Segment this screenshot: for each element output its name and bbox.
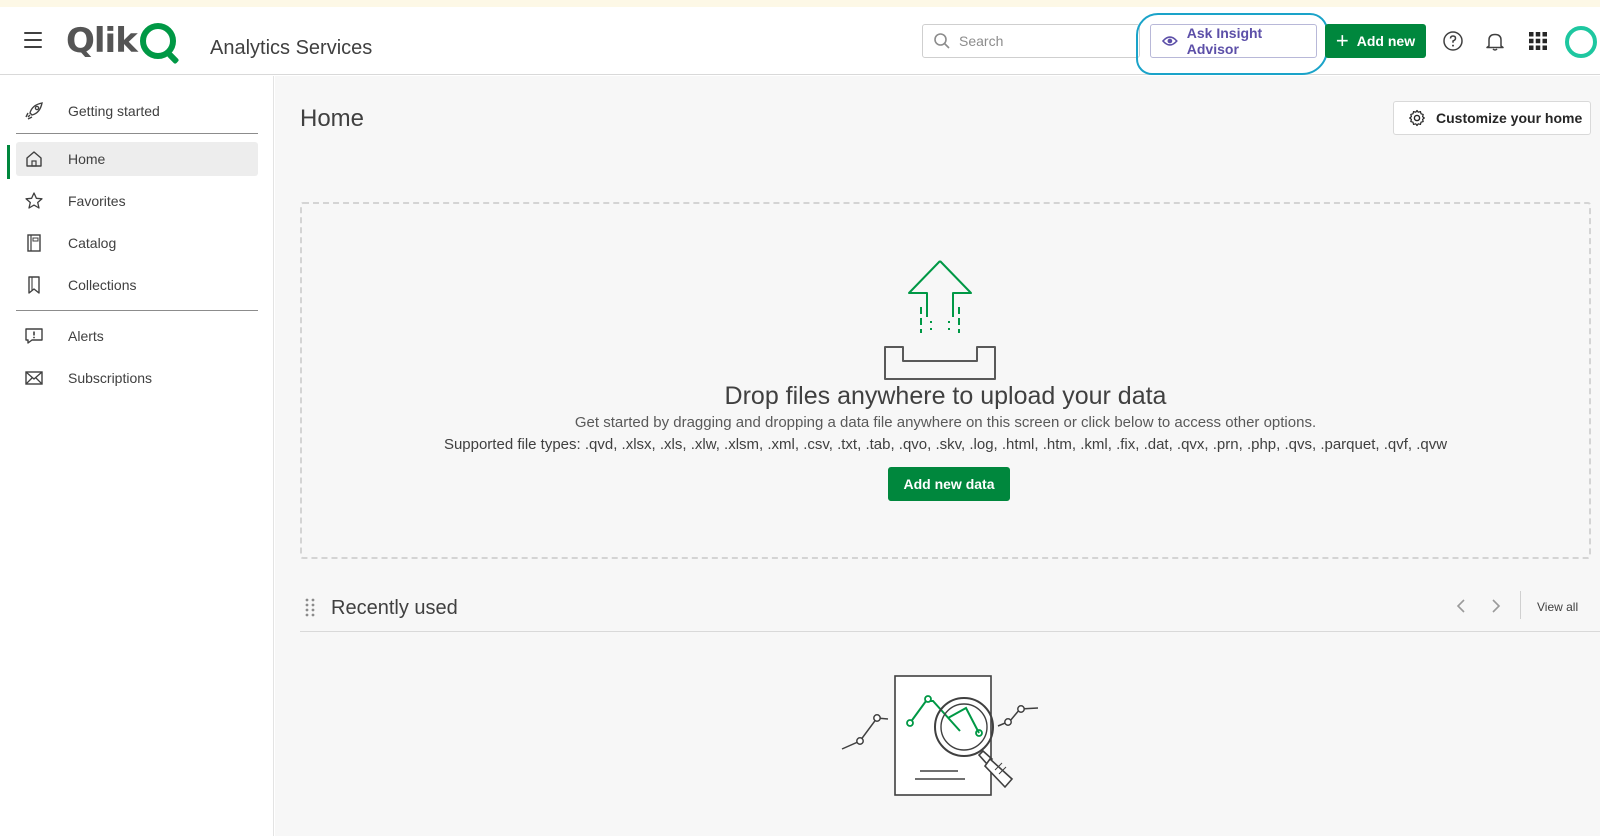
rocket-icon bbox=[24, 101, 44, 121]
chevron-left-icon[interactable] bbox=[1452, 596, 1472, 616]
chevron-right-icon[interactable] bbox=[1485, 596, 1505, 616]
page-title: Home bbox=[300, 105, 365, 132]
catalog-icon bbox=[24, 233, 44, 253]
logo-q-icon bbox=[139, 23, 176, 59]
sidebar: Getting started Home Favorites Catalog C… bbox=[0, 76, 274, 836]
plus-icon: + bbox=[1335, 28, 1349, 53]
insight-label: Ask Insight Advisor bbox=[1186, 25, 1263, 57]
logo-text: Qlik bbox=[66, 21, 138, 61]
main-content: Home Customize your home Drop files anyw… bbox=[275, 76, 1600, 836]
dropzone-subtitle: Get started by dragging and dropping a d… bbox=[574, 414, 1317, 431]
envelope-icon bbox=[24, 368, 44, 388]
insight-eye-icon bbox=[1161, 36, 1178, 46]
add-new-data-button[interactable]: Add new data bbox=[888, 467, 1010, 501]
dropzone-title: Drop files anywhere to upload your data bbox=[724, 382, 1167, 410]
file-dropzone[interactable]: Drop files anywhere to upload your data … bbox=[300, 202, 1591, 559]
sidebar-item-label: Favorites bbox=[68, 193, 126, 209]
sidebar-item-subscriptions[interactable]: Subscriptions bbox=[16, 361, 258, 395]
sidebar-item-label: Catalog bbox=[68, 235, 117, 251]
active-indicator bbox=[7, 145, 10, 179]
sidebar-item-label: Collections bbox=[68, 277, 137, 293]
search-input[interactable] bbox=[959, 33, 1129, 49]
sidebar-item-label: Home bbox=[68, 151, 106, 167]
qlik-logo[interactable]: Qlik bbox=[66, 21, 176, 61]
upload-icon bbox=[884, 260, 996, 380]
divider bbox=[1520, 591, 1521, 619]
sidebar-item-label: Subscriptions bbox=[68, 370, 153, 386]
search-box[interactable] bbox=[922, 24, 1140, 58]
add-new-button[interactable]: + Add new bbox=[1325, 24, 1426, 58]
sidebar-item-home[interactable]: Home bbox=[16, 142, 258, 176]
search-icon bbox=[934, 33, 950, 49]
top-header: Qlik Analytics Services Ask Insight Advi… bbox=[0, 7, 1600, 75]
nav-divider bbox=[16, 310, 258, 311]
empty-state-illustration bbox=[841, 675, 1039, 796]
customize-label: Customize your home bbox=[1436, 110, 1583, 126]
menu-icon[interactable] bbox=[24, 32, 42, 48]
alert-icon bbox=[24, 326, 44, 346]
customize-home-button[interactable]: Customize your home bbox=[1393, 101, 1591, 135]
section-divider bbox=[300, 631, 1600, 632]
help-icon[interactable] bbox=[1442, 30, 1464, 52]
star-icon bbox=[24, 191, 44, 211]
bell-icon[interactable] bbox=[1484, 30, 1506, 52]
add-new-label: Add new bbox=[1356, 33, 1416, 49]
app-title: Analytics Services bbox=[210, 37, 373, 59]
apps-grid-icon[interactable] bbox=[1527, 30, 1549, 52]
drag-handle-icon[interactable] bbox=[305, 597, 315, 617]
view-all-link[interactable]: View all bbox=[1537, 600, 1578, 614]
nav-divider bbox=[16, 133, 258, 134]
sidebar-item-favorites[interactable]: Favorites bbox=[16, 184, 258, 218]
sidebar-item-collections[interactable]: Collections bbox=[16, 268, 258, 302]
bookmark-icon bbox=[24, 275, 44, 295]
sidebar-item-label: Alerts bbox=[68, 328, 104, 344]
top-strip bbox=[0, 0, 1600, 7]
supported-file-types: Supported file types: .qvd, .xlsx, .xls,… bbox=[443, 436, 1448, 453]
sidebar-item-alerts[interactable]: Alerts bbox=[16, 319, 258, 353]
home-icon bbox=[24, 149, 44, 169]
recently-used-title: Recently used bbox=[331, 597, 458, 619]
ask-insight-advisor-button[interactable]: Ask Insight Advisor bbox=[1150, 24, 1317, 58]
sidebar-item-label: Getting started bbox=[68, 103, 160, 119]
avatar[interactable] bbox=[1565, 26, 1597, 58]
sidebar-item-getting-started[interactable]: Getting started bbox=[16, 94, 258, 128]
gear-icon bbox=[1409, 109, 1425, 127]
sidebar-item-catalog[interactable]: Catalog bbox=[16, 226, 258, 260]
